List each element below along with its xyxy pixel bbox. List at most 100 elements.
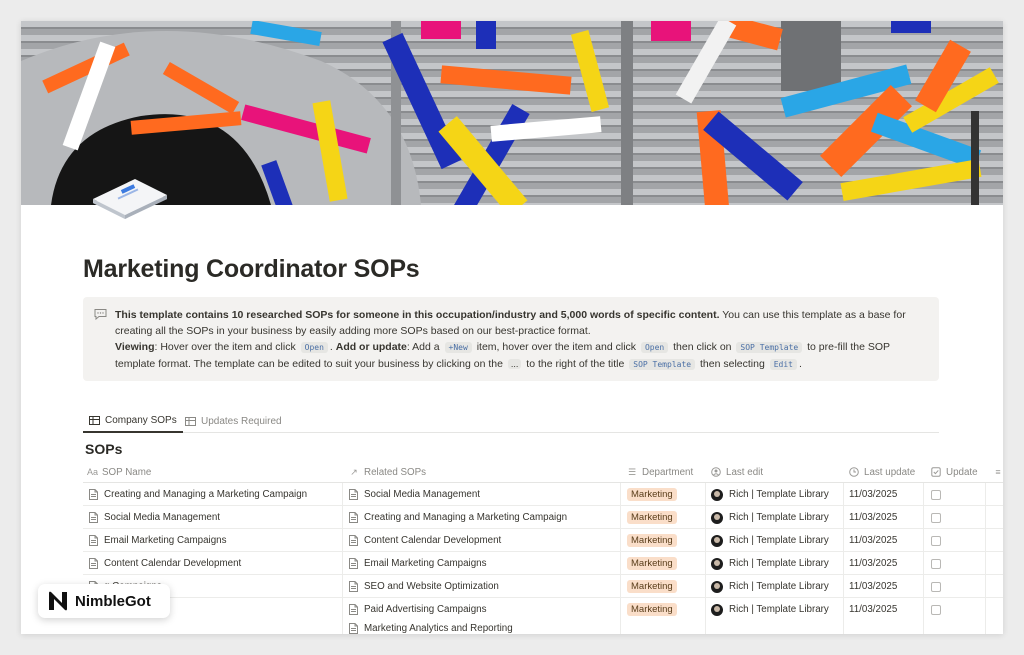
update-checkbox[interactable]	[931, 512, 941, 523]
sop-name-cell[interactable]: Creating and Managing a Marketing Campai…	[89, 483, 307, 506]
last-edit-cell[interactable]: Rich | Template Library	[711, 506, 829, 529]
avatar	[711, 603, 723, 616]
column-header-last-edit[interactable]: Last edit	[711, 461, 763, 483]
department-cell[interactable]: Marketing	[627, 483, 677, 506]
department-cell[interactable]: Marketing	[627, 529, 677, 552]
add-text: item, hover over the item and click	[473, 341, 639, 353]
open-code: Open	[300, 342, 328, 353]
last-edit-cell[interactable]: Rich | Template Library	[711, 598, 829, 621]
relation-arrow-icon: ↗	[350, 466, 358, 477]
document-icon	[89, 512, 98, 523]
related-sop-link[interactable]: Email Marketing Campaigns	[349, 552, 487, 575]
column-label: Last edit	[726, 466, 764, 478]
related-sop-link[interactable]: Social Media Management	[349, 483, 480, 506]
update-cell[interactable]	[931, 483, 941, 506]
department-cell[interactable]: Marketing	[627, 552, 677, 575]
update-cell[interactable]	[931, 552, 941, 575]
sop-name-cell[interactable]: Content Calendar Development	[89, 552, 241, 575]
brand-badge[interactable]: NimbleGot	[38, 584, 170, 618]
update-checkbox[interactable]	[931, 581, 941, 592]
last-update-date: 11/03/2025	[849, 581, 898, 592]
document-icon	[349, 512, 358, 523]
info-callout: This template contains 10 researched SOP…	[83, 297, 939, 381]
table-body: Creating and Managing a Marketing Campai…	[83, 483, 1003, 634]
sop-name-cell[interactable]: Email Marketing Campaigns	[89, 529, 227, 552]
last-edit-cell[interactable]: Rich | Template Library	[711, 529, 829, 552]
column-header-update[interactable]: Update	[931, 461, 978, 483]
update-cell[interactable]	[931, 506, 941, 529]
update-checkbox[interactable]	[931, 558, 941, 569]
viewing-text: : Hover over the item and click	[154, 341, 299, 353]
table-row[interactable]: Creating and Managing a Marketing Campai…	[83, 483, 1003, 506]
table-row[interactable]: g CampaignsSEO and Website OptimizationM…	[83, 575, 1003, 598]
related-sop-name: Creating and Managing a Marketing Campai…	[364, 512, 568, 523]
related-sop-name: SEO and Website Optimization	[364, 581, 499, 592]
editor-name: Rich | Template Library	[729, 558, 829, 569]
department-tag: Marketing	[627, 557, 677, 570]
last-update-cell: 11/03/2025	[849, 506, 897, 529]
related-sop-link[interactable]: Paid Advertising Campaigns	[349, 598, 487, 621]
related-sop-name: Content Calendar Development	[364, 535, 502, 546]
page-title: Marketing Coordinator SOPs	[83, 255, 420, 283]
document-icon	[349, 604, 358, 615]
table-header: Aa SOP Name ↗ Related SOPs ☰ Department Las…	[83, 461, 1003, 483]
related-sop-link[interactable]: SEO and Website Optimization	[349, 575, 499, 598]
last-update-date: 11/03/2025	[849, 558, 898, 569]
add-update-label: Add or update	[335, 341, 407, 353]
column-label: Department	[642, 466, 694, 478]
last-update-cell: 11/03/2025	[849, 598, 897, 621]
sops-table: Aa SOP Name ↗ Related SOPs ☰ Department Las…	[83, 461, 1003, 634]
update-cell[interactable]	[931, 529, 941, 552]
related-sop-link[interactable]: Content Calendar Development	[349, 529, 501, 552]
database-title: SOPs	[85, 441, 123, 457]
department-cell[interactable]: Marketing	[627, 598, 677, 621]
document-icon	[89, 535, 98, 546]
table-row[interactable]: Social Media Management Creating and Mana…	[83, 506, 1003, 529]
avatar	[711, 580, 723, 593]
column-header-department[interactable]: ☰ Department	[627, 461, 693, 483]
document-icon	[349, 623, 358, 634]
department-cell[interactable]: Marketing	[627, 575, 677, 598]
related-sop-link[interactable]: Marketing Analytics and Reporting	[349, 621, 513, 634]
tab-company-sops[interactable]: Company SOPs	[83, 409, 183, 433]
viewing-label: Viewing	[115, 341, 155, 353]
last-update-date: 11/03/2025	[849, 535, 898, 546]
update-cell[interactable]	[931, 598, 941, 621]
avatar	[711, 534, 723, 547]
table-row[interactable]: Content Calendar Development Email Market…	[83, 552, 1003, 575]
last-update-date: 11/03/2025	[849, 489, 898, 500]
column-header-related-sops[interactable]: ↗ Related SOPs	[349, 461, 426, 483]
update-checkbox[interactable]	[931, 535, 941, 546]
document-icon	[89, 489, 98, 500]
sop-template-code-2: SOP Template	[629, 359, 696, 370]
department-cell[interactable]: Marketing	[627, 506, 677, 529]
sop-name-cell[interactable]: Social Media Management	[89, 506, 220, 529]
column-header-sop-name[interactable]: Aa SOP Name	[87, 461, 151, 483]
related-sop-link[interactable]: Creating and Managing a Marketing Campai…	[349, 506, 567, 529]
tab-updates-required[interactable]: Updates Required	[185, 409, 282, 433]
stacked-papers-icon[interactable]	[87, 177, 171, 221]
sop-name: Social Media Management	[104, 512, 220, 523]
tab-label: Updates Required	[201, 415, 282, 427]
add-text: : Add a	[406, 341, 443, 353]
update-checkbox[interactable]	[931, 604, 941, 615]
related-sop-name: Email Marketing Campaigns	[364, 558, 487, 569]
table-icon	[185, 416, 196, 426]
table-row[interactable]: Email Marketing Campaigns Content Calenda…	[83, 529, 1003, 552]
callout-bold-intro: This template contains 10 researched SOP…	[115, 309, 720, 321]
update-checkbox[interactable]	[931, 489, 941, 500]
sop-template-code: SOP Template	[736, 342, 803, 353]
last-edit-cell[interactable]: Rich | Template Library	[711, 483, 829, 506]
last-edit-cell[interactable]: Rich | Template Library	[711, 552, 829, 575]
table-row[interactable]: te OptimizationPaid Advertising Campaign…	[83, 598, 1003, 634]
last-update-date: 11/03/2025	[849, 604, 898, 615]
update-cell[interactable]	[931, 575, 941, 598]
department-tag: Marketing	[627, 488, 677, 501]
speech-bubble-icon	[94, 309, 107, 320]
new-code: +New	[444, 342, 472, 353]
text-lines-icon: ≡	[995, 467, 1001, 477]
last-edit-cell[interactable]: Rich | Template Library	[711, 575, 829, 598]
column-header-last-update[interactable]: Last update	[849, 461, 915, 483]
text-property-icon: Aa	[87, 467, 99, 477]
column-header-more[interactable]: ≡	[993, 461, 1003, 483]
